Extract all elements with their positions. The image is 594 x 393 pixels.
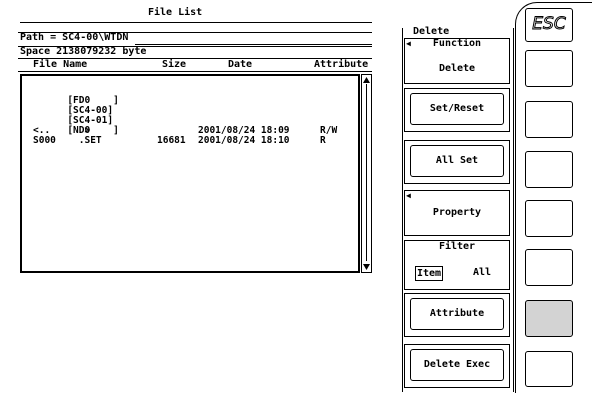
menu-title-text: Delete — [413, 26, 450, 37]
row-size: 16681 — [157, 135, 186, 146]
scrollbar-graphic — [363, 77, 370, 270]
filter-all-option[interactable]: All — [469, 266, 495, 279]
softkey-7[interactable] — [525, 351, 573, 387]
col-attribute: Attribute — [314, 59, 369, 70]
function-label: Function — [432, 38, 482, 49]
col-date: Date — [228, 59, 253, 70]
col-size: Size — [162, 59, 187, 70]
attribute-label: Attribute — [410, 298, 504, 330]
file-list-title: File List — [148, 7, 203, 18]
left-arrow-icon: ◀ — [406, 191, 411, 200]
esc-key[interactable]: ESC — [525, 8, 573, 42]
scroll-down-arrow-icon — [363, 264, 370, 270]
scroll-up-arrow-icon — [363, 77, 370, 83]
row-date: 2001/08/24 18:10 — [198, 135, 290, 146]
softkey-6[interactable] — [525, 300, 573, 337]
softkey-4[interactable] — [525, 200, 573, 237]
delete-exec-button[interactable]: Delete Exec — [404, 344, 510, 388]
filter-label: Filter — [438, 241, 476, 252]
property-label: Property — [432, 207, 482, 218]
row-name: S000 .SET — [33, 135, 102, 146]
function-value: Delete — [438, 63, 476, 74]
list-item[interactable]: S000 .SET 16681 2001/08/24 18:10 R — [33, 136, 353, 146]
softkey-2[interactable] — [525, 101, 573, 138]
path-underline — [135, 44, 372, 45]
all-set-button[interactable]: All Set — [404, 140, 510, 184]
softkey-1[interactable] — [525, 50, 573, 87]
path-text: Path = SC4-00\WTDN — [20, 32, 129, 43]
function-button[interactable]: ◀ Function Delete — [404, 38, 510, 84]
filter-all-text: All — [472, 267, 492, 278]
set-reset-label: Set/Reset — [410, 93, 504, 125]
filter-item-text: Item — [416, 268, 442, 279]
all-set-label: All Set — [410, 145, 504, 177]
row-attr: R — [320, 135, 326, 146]
scrollbar[interactable] — [361, 74, 372, 273]
delete-exec-label: Delete Exec — [410, 349, 504, 381]
space-text: Space 2138079232 byte — [20, 46, 147, 57]
attribute-button[interactable]: Attribute — [404, 293, 510, 337]
esc-key-label: ESC — [532, 14, 566, 35]
col-file-name: File Name — [33, 59, 88, 70]
filter-button[interactable]: Filter Item All — [404, 240, 510, 290]
property-button[interactable]: ◀ Property — [404, 190, 510, 236]
set-reset-button[interactable]: Set/Reset — [404, 88, 510, 132]
softkey-5[interactable] — [525, 249, 573, 286]
softkey-3[interactable] — [525, 151, 573, 188]
filter-item-option[interactable]: Item — [415, 266, 443, 281]
